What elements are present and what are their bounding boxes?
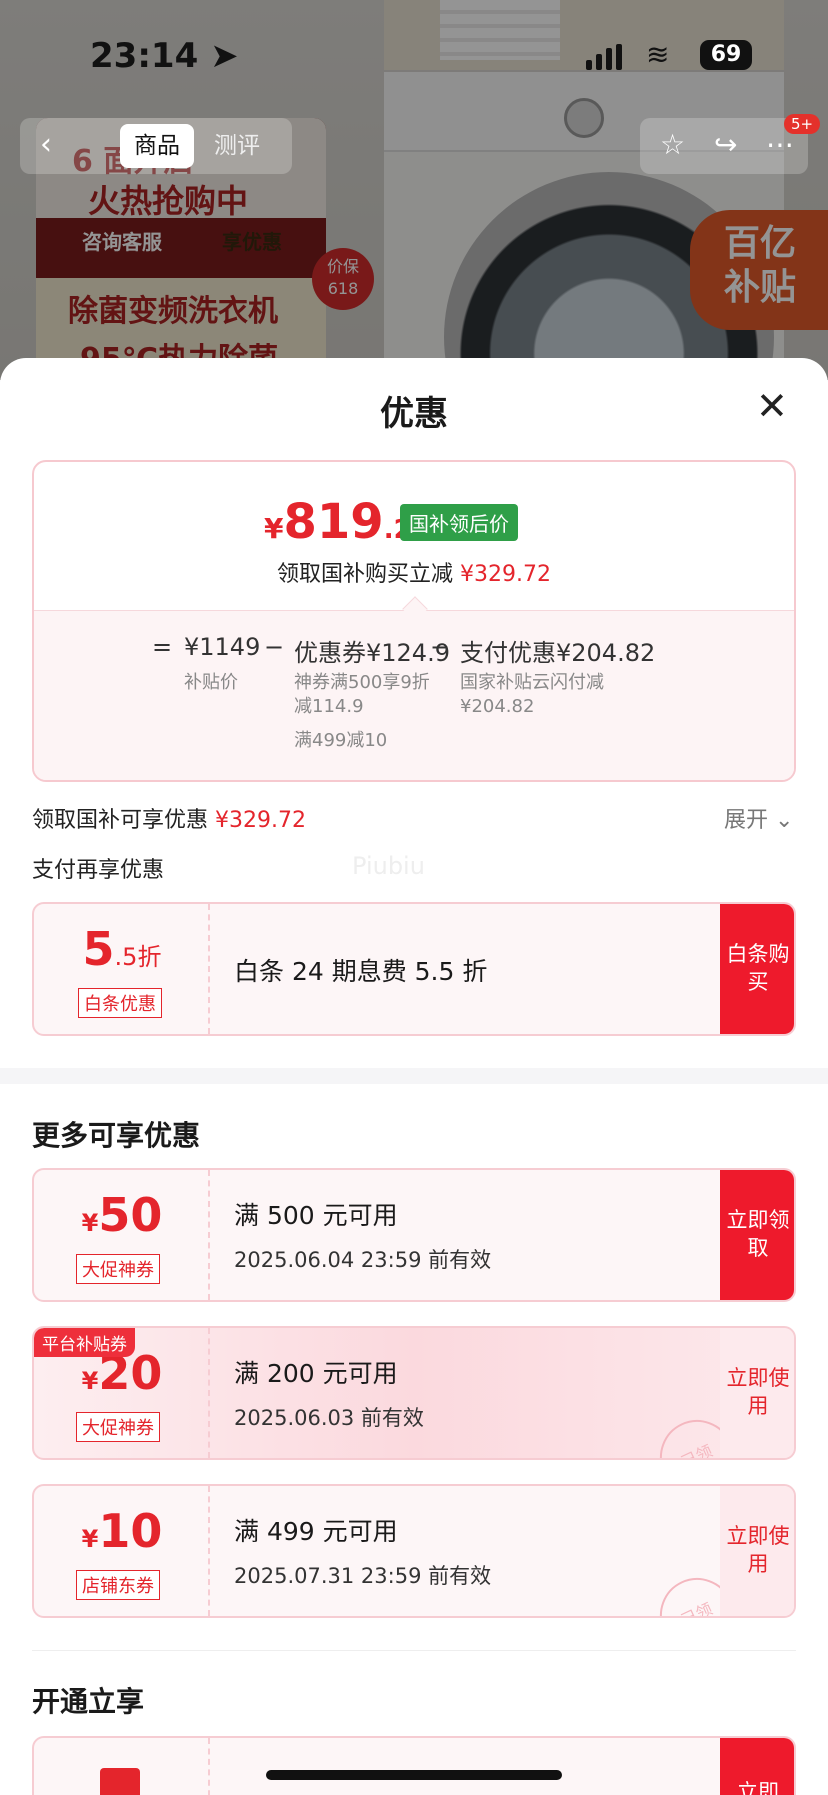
coupon-tag: 大促神券 [76,1254,160,1284]
equals-sign: = [152,633,173,661]
wifi-icon: ≋ [646,38,670,71]
battery-icon: 69 [700,40,752,70]
open-offer-card: 立即 [32,1736,796,1795]
platform-subsidy-tag: 平台补贴券 [34,1328,135,1357]
chevron-down-icon: ⌄ [775,808,794,833]
nav-actions: ☆ ↪ ⋯ [640,118,808,174]
payment-discount: 支付优惠¥204.82 [460,639,656,667]
payment-detail-1: 国家补贴云闪付减 [460,672,604,693]
product-thumb-image [100,1768,140,1795]
coupon-total: 优惠券¥124.9 [294,639,450,667]
coupon-tag: 大促神券 [76,1412,160,1442]
expand-button[interactable]: 展开 ⌄ [724,802,793,834]
use-coupon-button[interactable]: 立即使用 [720,1328,794,1458]
coupon-detail-3: 满499减10 [294,730,388,751]
message-badge: 5+ [784,114,821,134]
coupon-card: ¥20 大促神券 平台补贴券 满 200 元可用 2025.06.03 前有效 … [32,1326,796,1460]
share-icon[interactable]: ↪ [714,128,737,161]
tab-review[interactable]: 测评 [200,124,274,168]
more-offers-title: 更多可享优惠 [32,1119,201,1152]
use-coupon-button[interactable]: 立即使用 [720,1486,794,1616]
claim-coupon-button[interactable]: 立即领取 [720,1170,794,1300]
back-button[interactable]: ‹ [20,118,72,174]
guobu-price-tag: 国补领后价 [400,504,518,541]
coupon-expiry: 2025.06.03 前有效 [234,1406,424,1430]
signal-icon [586,44,626,70]
coupon-card: ¥10 店铺东券 满 499 元可用 2025.07.31 23:59 前有效 … [32,1484,796,1618]
product-nav-bar: ‹ 商品 测评 ☆ ↪ ⋯ 5+ [20,114,821,174]
close-icon[interactable]: ✕ [756,386,788,426]
price-summary-card: ¥819.28 国补领后价 领取国补购买立减 ¥329.72 = ¥1149 补… [32,460,796,782]
coupon-condition: 满 500 元可用 [234,1201,398,1230]
minus-sign-2: − [430,633,451,661]
guobu-discount-row: 领取国补可享优惠 ¥329.72 [32,808,306,833]
coupon-tag: 店铺东券 [76,1570,160,1600]
coupon-condition: 满 499 元可用 [234,1517,398,1546]
payment-detail-2: ¥204.82 [460,696,535,717]
home-indicator [266,1770,562,1780]
minus-sign-1: − [264,633,285,661]
baitiao-coupon: 5.5折 白条优惠 白条 24 期息费 5.5 折 白条购买 [32,902,796,1036]
open-section-title: 开通立享 [32,1685,145,1718]
baitiao-tag: 白条优惠 [78,988,162,1018]
coupon-expiry: 2025.06.04 23:59 前有效 [234,1248,492,1272]
price-sub-text: 领取国补购买立减 ¥329.72 [277,562,551,587]
base-price: ¥1149 [184,633,261,661]
sheet-title: 优惠 [380,394,448,434]
tab-goods[interactable]: 商品 [120,124,194,168]
status-bar: 23:14 ➤ ≋ 69 [0,0,828,110]
chevron-left-icon: ‹ [40,127,52,162]
coupon-detail-2: 减114.9 [294,696,364,717]
watermark: Piubiu [352,852,425,880]
star-icon[interactable]: ☆ [660,128,685,161]
discount-sheet: 优惠 ✕ ¥819.28 国补领后价 领取国补购买立减 ¥329.72 = ¥1… [0,358,828,1795]
location-arrow-icon: ➤ [210,36,239,76]
coupon-card: ¥50 大促神券 满 500 元可用 2025.06.04 23:59 前有效 … [32,1168,796,1302]
price-breakdown: = ¥1149 补贴价 − 优惠券¥124.9 神券满500享9折 减114.9… [34,610,794,780]
pay-section-title: 支付再享优惠 [32,858,165,883]
coupon-condition: 满 200 元可用 [234,1359,398,1388]
base-price-label: 补贴价 [184,672,238,693]
status-time: 23:14 ➤ [90,36,239,76]
coupon-detail-1: 神券满500享9折 [294,672,430,693]
baitiao-desc: 白条 24 期息费 5.5 折 [234,957,488,986]
baitiao-buy-button[interactable]: 白条购买 [720,904,794,1034]
coupon-expiry: 2025.07.31 23:59 前有效 [234,1564,492,1588]
nav-tabs: 商品 测评 [72,118,292,174]
open-now-button[interactable]: 立即 [720,1738,794,1795]
